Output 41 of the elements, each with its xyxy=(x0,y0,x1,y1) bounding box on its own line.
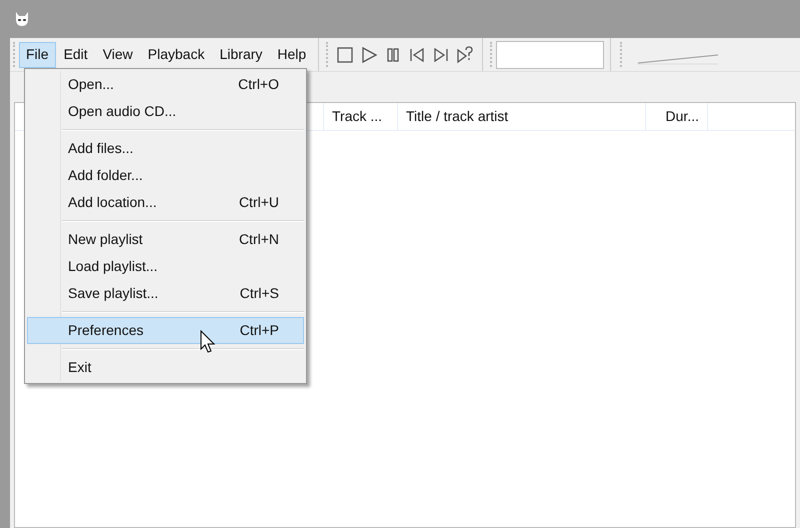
menu-bar-item[interactable]: Edit xyxy=(56,42,95,68)
next-icon[interactable] xyxy=(432,46,450,64)
menu-item[interactable]: Add folder... xyxy=(27,162,304,189)
shortcut-label: Ctrl+N xyxy=(238,230,279,249)
menu-bar-item[interactable]: File xyxy=(19,42,56,68)
menu-item-label: Add location... xyxy=(68,193,158,212)
menu-item-label: New playlist xyxy=(68,230,144,249)
stop-icon[interactable] xyxy=(336,46,354,64)
column-header[interactable]: Track ... xyxy=(324,103,398,130)
random-icon[interactable] xyxy=(456,46,474,64)
menu-item-label: Save playlist... xyxy=(68,284,160,303)
column-header[interactable]: Dur... xyxy=(646,103,708,130)
menu-item-label: Open... xyxy=(68,75,115,94)
shortcut-label: Ctrl+U xyxy=(238,193,279,212)
shortcut-label: Ctrl+O xyxy=(238,75,279,94)
menu-bar-item[interactable]: View xyxy=(96,42,140,68)
menu-item[interactable]: Load playlist... xyxy=(27,253,304,280)
menu-item-label: Open audio CD... xyxy=(68,102,178,121)
menu-item-label: Preferences xyxy=(68,321,144,340)
menu-item[interactable]: Open audio CD... xyxy=(27,98,304,125)
shortcut-label: Ctrl+S xyxy=(240,284,279,303)
menu-item-label: Exit xyxy=(68,358,92,377)
menu-item[interactable]: Save playlist... Ctrl+S xyxy=(27,280,304,307)
menu-bar-item[interactable]: Library xyxy=(212,42,270,68)
menu-item[interactable]: New playlist Ctrl+N xyxy=(27,226,304,253)
menu-item-label: Add files... xyxy=(68,139,134,158)
play-icon[interactable] xyxy=(360,46,378,64)
shortcut-label: Ctrl+P xyxy=(240,321,279,340)
menu-item[interactable]: Add files... xyxy=(27,135,304,162)
menu-item-label: Add folder... xyxy=(68,166,144,185)
app-logo-icon xyxy=(14,11,30,27)
menu-bar-item[interactable]: Help xyxy=(270,42,314,68)
menu-item[interactable]: Exit xyxy=(27,354,304,381)
menu-bar-item[interactable]: Playback xyxy=(140,42,212,68)
column-header[interactable]: Title / track artist xyxy=(398,103,646,130)
menu-item[interactable]: Preferences Ctrl+P xyxy=(27,317,304,344)
menu-item[interactable]: Open... Ctrl+O xyxy=(27,71,304,98)
menu-item[interactable]: Add location... Ctrl+U xyxy=(27,189,304,216)
menu-item-label: Load playlist... xyxy=(68,257,158,276)
search-field[interactable] xyxy=(496,40,604,68)
previous-icon[interactable] xyxy=(408,46,426,64)
